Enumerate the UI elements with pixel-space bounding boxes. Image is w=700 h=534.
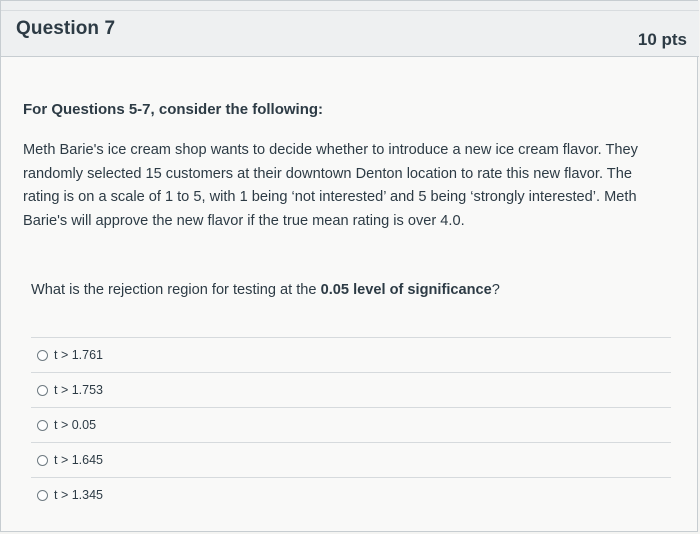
answer-option-5[interactable]: t > 1.345 [31, 478, 671, 512]
header-divider [1, 10, 699, 11]
answer-label: t > 0.05 [54, 418, 97, 432]
answer-label: t > 1.761 [54, 348, 103, 362]
answer-label: t > 1.645 [54, 453, 103, 467]
answer-label: t > 1.345 [54, 488, 103, 502]
intro-heading: For Questions 5-7, consider the followin… [23, 101, 324, 118]
radio-button-icon[interactable] [37, 454, 48, 466]
question-prompt: What is the rejection region for testing… [31, 282, 500, 298]
answer-option-1[interactable]: t > 1.761 [31, 338, 671, 372]
question-title: Question 7 [16, 18, 116, 39]
answer-option-4[interactable]: t > 1.645 [31, 443, 671, 477]
answer-option-3[interactable]: t > 0.05 [31, 408, 671, 442]
radio-button-icon[interactable] [37, 349, 48, 361]
scenario-text: Meth Barie's ice cream shop wants to dec… [23, 142, 638, 229]
radio-button-icon[interactable] [37, 489, 48, 501]
prompt-text: What is the rejection region for testing… [31, 282, 321, 298]
question-header: Question 7 10 pts [1, 1, 699, 57]
prompt-bold-text: 0.05 level of significance [320, 282, 492, 298]
question-points: 10 pts [637, 30, 687, 49]
answer-label: t > 1.753 [54, 383, 103, 397]
question-card: Question 7 10 pts For Questions 5-7, con… [0, 0, 699, 532]
radio-button-icon[interactable] [37, 419, 48, 431]
answer-list: t > 1.761 t > 1.753 t > 0.05 t > 1.645 t… [31, 337, 671, 512]
answer-option-2[interactable]: t > 1.753 [31, 373, 671, 407]
radio-button-icon[interactable] [37, 384, 48, 396]
prompt-end: ? [491, 282, 500, 298]
